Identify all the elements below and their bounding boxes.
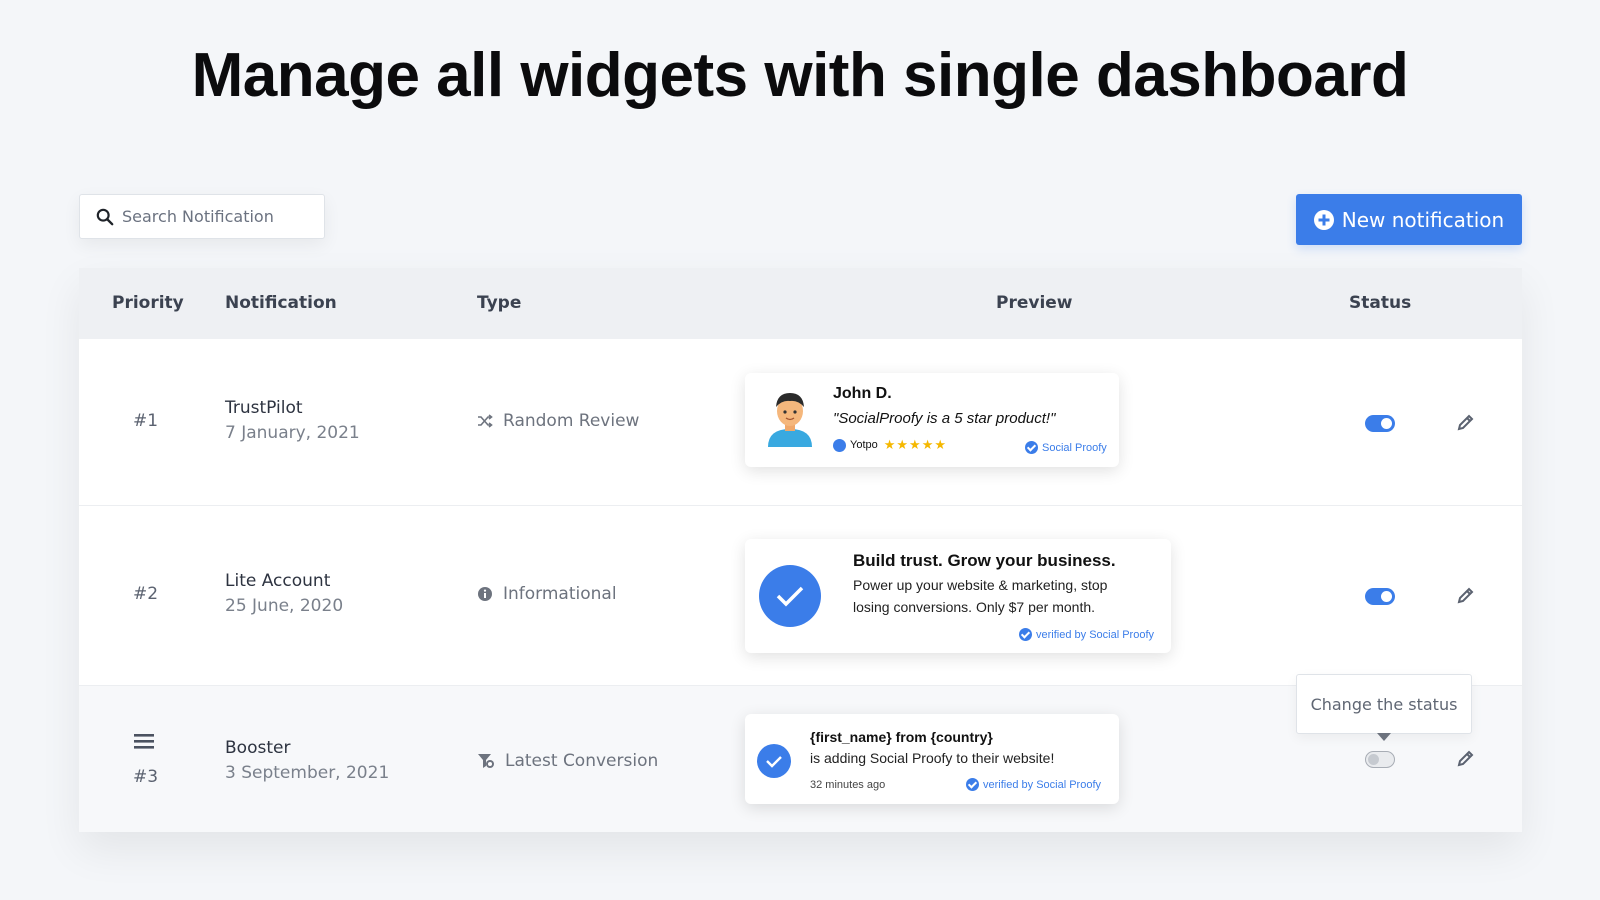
preview-verified: Social Proofy xyxy=(1025,441,1107,454)
info-icon xyxy=(478,587,492,601)
header-preview: Preview xyxy=(996,293,1073,313)
priority-value: #3 xyxy=(133,767,159,787)
preview-line: is adding Social Proofy to their website… xyxy=(810,750,1055,766)
verified-check-icon xyxy=(966,778,979,791)
priority-value: #1 xyxy=(133,411,159,431)
drag-handle-icon[interactable] xyxy=(134,733,154,749)
notification-type-label: Random Review xyxy=(503,411,640,431)
header-priority[interactable]: Priority xyxy=(112,293,184,313)
preview-line: Power up your website & marketing, stop xyxy=(853,577,1108,593)
pencil-icon[interactable] xyxy=(1456,585,1476,605)
preview-verified: verified by Social Proofy xyxy=(1019,628,1154,641)
search-icon xyxy=(96,208,114,225)
notification-date: 3 September, 2021 xyxy=(225,763,390,783)
status-tooltip: Change the status xyxy=(1296,674,1472,741)
new-notification-button[interactable]: New notification xyxy=(1296,194,1522,245)
notification-type-label: Informational xyxy=(503,584,617,604)
notification-name[interactable]: Booster xyxy=(225,738,290,758)
preview-line: losing conversions. Only $7 per month. xyxy=(853,599,1096,615)
notification-type: Random Review xyxy=(477,411,639,431)
preview-card-conversion: {first_name} from {country} is adding So… xyxy=(745,714,1119,804)
status-toggle[interactable] xyxy=(1365,751,1395,768)
header-type[interactable]: Type xyxy=(477,293,521,313)
notification-type: Informational xyxy=(477,584,617,604)
verified-label: verified by Social Proofy xyxy=(983,778,1101,791)
notification-name[interactable]: TrustPilot xyxy=(225,398,303,418)
pencil-icon[interactable] xyxy=(1456,412,1476,432)
header-notification[interactable]: Notification xyxy=(225,293,337,313)
verified-label: Social Proofy xyxy=(1042,441,1107,454)
verified-label: verified by Social Proofy xyxy=(1036,628,1154,641)
priority-value: #2 xyxy=(133,584,159,604)
preview-card-informational: Build trust. Grow your business. Power u… xyxy=(745,539,1171,653)
notification-date: 7 January, 2021 xyxy=(225,423,360,443)
verified-check-icon xyxy=(1025,441,1038,454)
star-rating: ★★★★★ xyxy=(883,437,948,452)
search-box[interactable] xyxy=(79,194,325,239)
shuffle-icon xyxy=(478,414,493,428)
pencil-icon[interactable] xyxy=(1456,748,1476,768)
new-notification-label: New notification xyxy=(1341,207,1505,232)
notification-date: 25 June, 2020 xyxy=(225,596,344,616)
search-input[interactable] xyxy=(122,207,312,226)
plus-circle-icon xyxy=(1313,209,1334,230)
funnel-icon xyxy=(478,754,494,768)
preview-title: {first_name} from {country} xyxy=(810,729,993,745)
status-toggle[interactable] xyxy=(1365,588,1395,605)
page-headline: Manage all widgets with single dashboard xyxy=(191,41,1409,110)
notification-type-label: Latest Conversion xyxy=(505,751,659,771)
preview-source: Yotpo ★★★★★ xyxy=(833,437,947,453)
preview-source-label: Yotpo xyxy=(850,439,878,451)
check-circle-icon xyxy=(757,744,791,778)
header-status[interactable]: Status xyxy=(1349,293,1411,313)
status-toggle[interactable] xyxy=(1365,415,1395,432)
table-row[interactable]: #2 Lite Account 25 June, 2020 Informatio… xyxy=(79,505,1522,685)
table-row[interactable]: #1 TrustPilot 7 January, 2021 Random Rev… xyxy=(79,339,1522,505)
preview-reviewer-name: John D. xyxy=(833,385,892,402)
notification-type: Latest Conversion xyxy=(477,751,658,771)
preview-card-review: John D. "SocialProofy is a 5 star produc… xyxy=(745,373,1119,467)
preview-title: Build trust. Grow your business. xyxy=(853,551,1116,570)
preview-review-quote: "SocialProofy is a 5 star product!" xyxy=(833,410,1056,427)
preview-verified: verified by Social Proofy xyxy=(966,778,1101,791)
preview-time: 32 minutes ago xyxy=(810,779,886,791)
table-header: Priority Notification Type Preview Statu… xyxy=(79,268,1522,339)
check-circle-icon xyxy=(759,565,821,627)
notification-name[interactable]: Lite Account xyxy=(225,571,330,591)
verified-check-icon xyxy=(1019,628,1032,641)
yotpo-icon xyxy=(833,438,846,452)
notifications-table: Priority Notification Type Preview Statu… xyxy=(79,268,1522,832)
avatar xyxy=(768,393,812,447)
